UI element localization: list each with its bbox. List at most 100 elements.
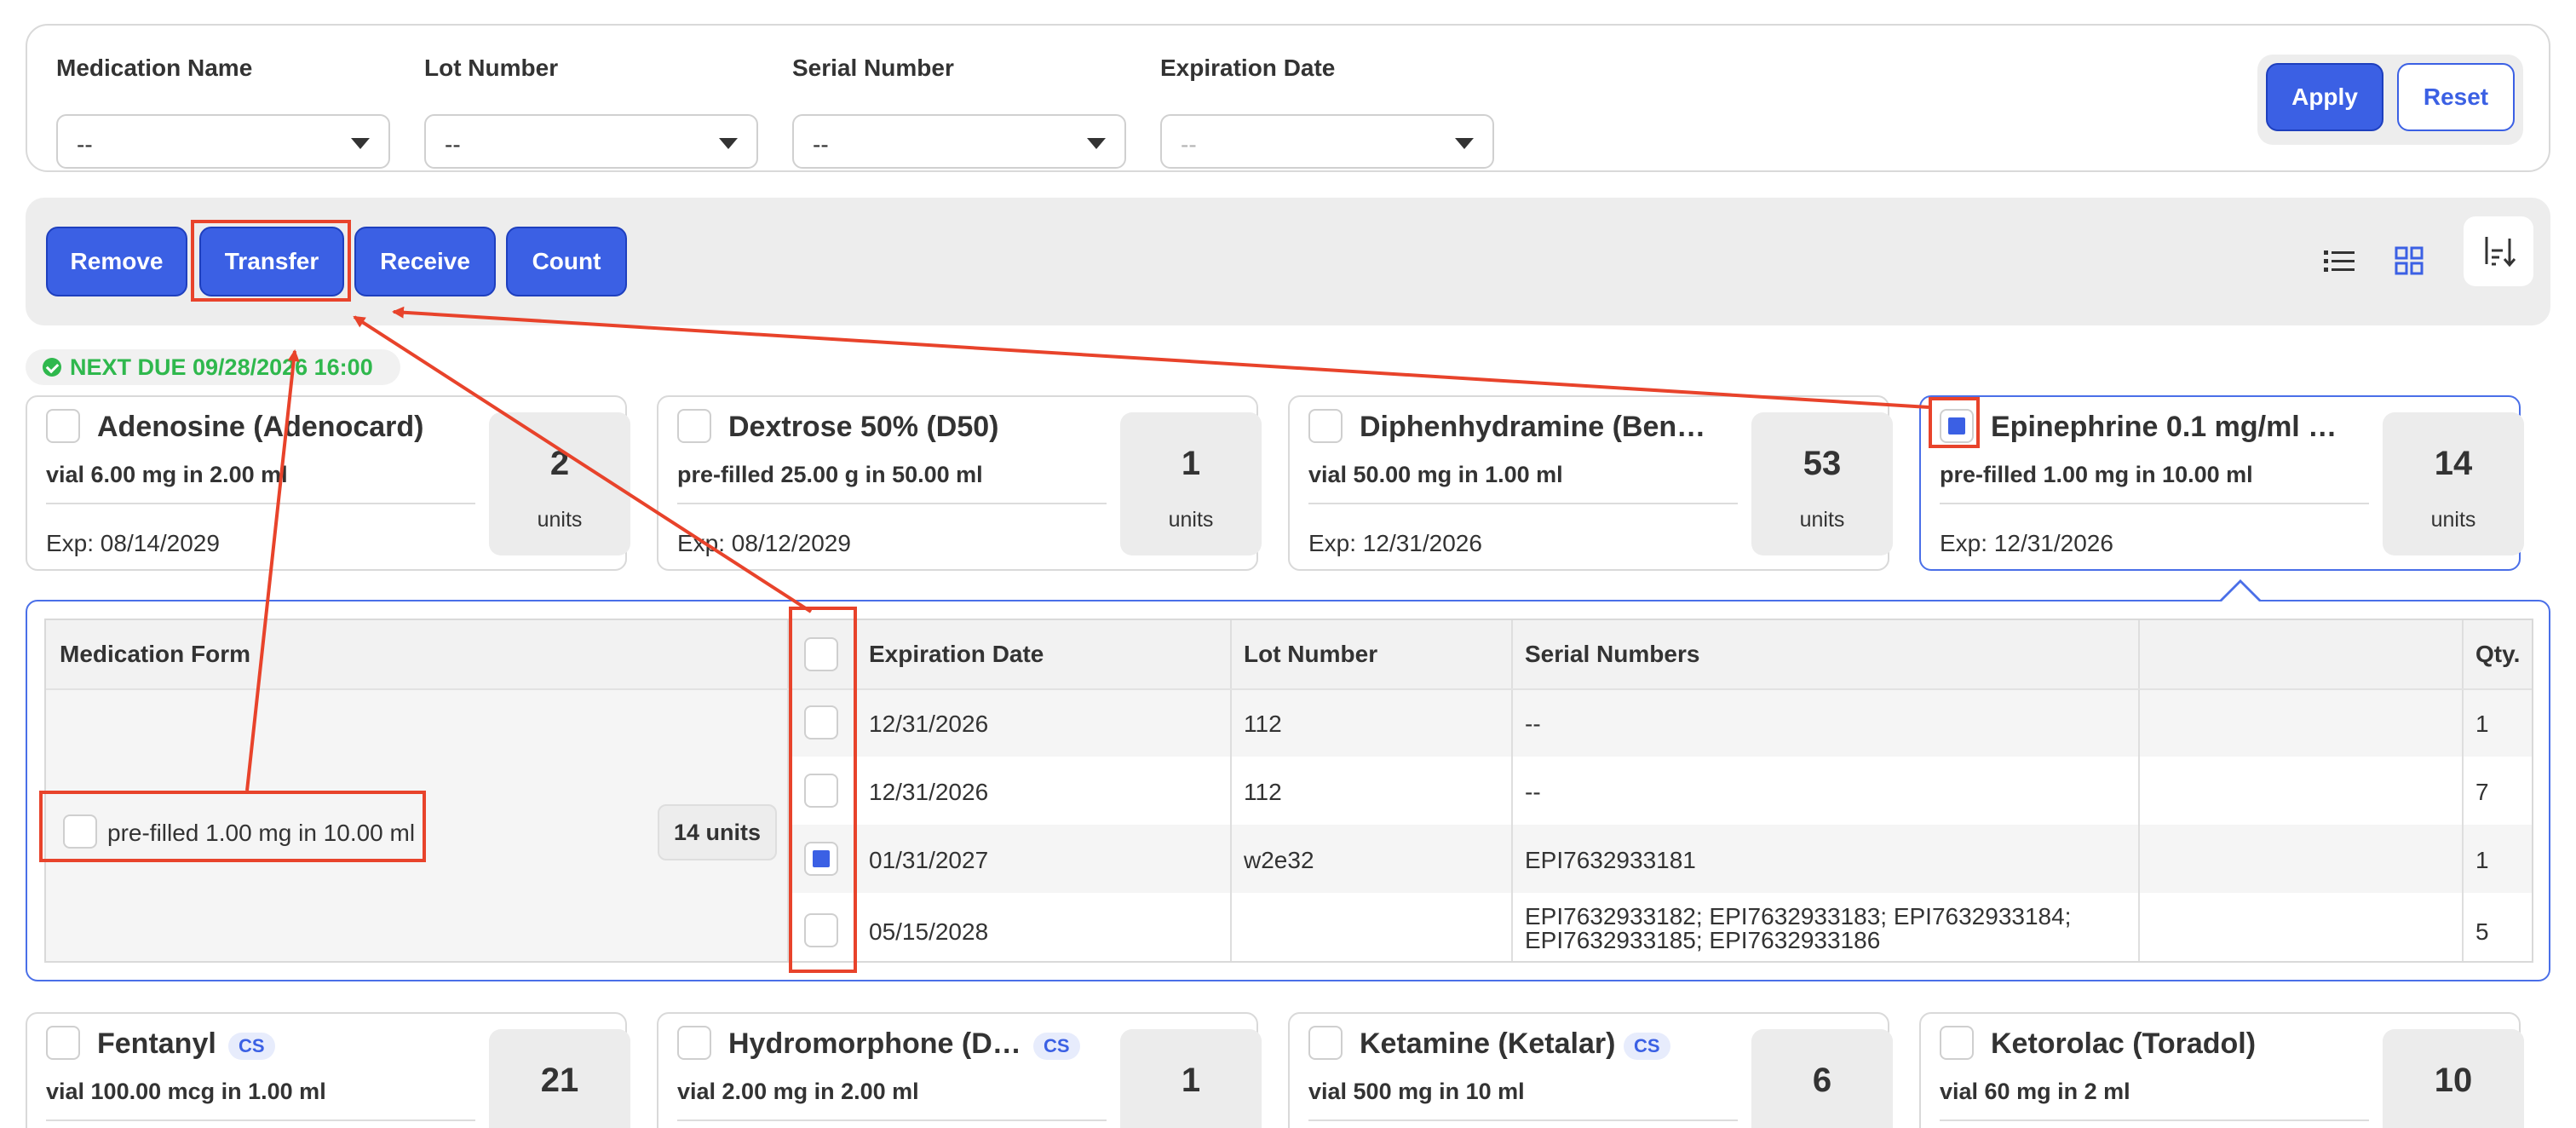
sort-icon <box>2485 237 2516 268</box>
row-lot: 112 <box>1244 711 1282 737</box>
row-checkbox[interactable] <box>804 705 838 740</box>
card-description: vial 500 mg in 10 ml <box>1308 1079 1525 1104</box>
serial-number-value: -- <box>813 131 829 158</box>
grid-view-icon[interactable] <box>2387 239 2431 283</box>
sort-button[interactable] <box>2464 216 2533 286</box>
row-serials: EPI7632933181 <box>1525 847 1696 873</box>
apply-button[interactable]: Apply <box>2266 63 2383 131</box>
lot-number-select[interactable]: -- <box>424 114 758 169</box>
grid-line <box>1511 620 1513 961</box>
card-quantity: 1 units <box>1120 1029 1262 1128</box>
grid-line <box>855 620 857 961</box>
row-serials: -- <box>1525 779 1541 805</box>
row-qty: 5 <box>2475 918 2489 945</box>
card-name: Ketorolac (Toradol) <box>1991 1027 2257 1060</box>
card-quantity: 10 units <box>2383 1029 2524 1128</box>
row-qty: 7 <box>2475 779 2489 805</box>
expiration-date-select[interactable]: -- <box>1160 114 1494 169</box>
row-serials: -- <box>1525 711 1541 737</box>
card-description: pre-filled 25.00 g in 50.00 ml <box>677 462 983 487</box>
expiration-date-value: -- <box>1181 131 1197 158</box>
card-divider <box>1940 503 2369 504</box>
card-checkbox[interactable] <box>1940 409 1974 443</box>
medication-card[interactable]: Ketamine (Ketalar) CS vial 500 mg in 10 … <box>1288 1012 1893 1128</box>
medication-card[interactable]: Adenosine (Adenocard) vial 6.00 mg in 2.… <box>26 395 630 571</box>
card-name: Diphenhydramine (Benad… <box>1360 411 1709 443</box>
card-quantity-unit: units <box>2430 508 2476 532</box>
card-checkbox[interactable] <box>46 1026 80 1060</box>
controlled-substance-badge: CS <box>1624 1033 1670 1060</box>
expiration-date-label: Expiration Date <box>1160 55 1336 81</box>
card-quantity: 14 units <box>2383 412 2524 555</box>
row-checkbox[interactable] <box>804 774 838 808</box>
reset-button[interactable]: Reset <box>2397 63 2515 131</box>
select-all-checkbox[interactable] <box>804 637 838 671</box>
header-lot-number: Lot Number <box>1244 641 1378 667</box>
card-divider <box>1308 503 1738 504</box>
lot-number-value: -- <box>445 131 461 158</box>
card-quantity-unit: units <box>489 1125 630 1128</box>
medication-card[interactable]: Fentanyl CS vial 100.00 mcg in 1.00 ml 2… <box>26 1012 630 1128</box>
chevron-down-icon <box>1455 138 1474 149</box>
filter-panel: Medication Name -- Lot Number -- Serial … <box>26 24 2550 172</box>
row-qty: 1 <box>2475 711 2489 737</box>
card-checkbox[interactable] <box>46 409 80 443</box>
card-checkbox[interactable] <box>677 409 711 443</box>
card-quantity-number: 1 <box>1181 445 1201 482</box>
row-serials-continued: EPI7632933185; EPI7632933186 <box>1525 927 1881 953</box>
card-quantity-number: 14 <box>2434 445 2473 482</box>
medication-name-label: Medication Name <box>56 55 253 81</box>
check-circle-icon <box>43 358 61 377</box>
card-quantity: 1 units <box>1120 412 1262 555</box>
card-checkbox[interactable] <box>1940 1026 1974 1060</box>
card-quantity-number: 1 <box>1181 1062 1201 1099</box>
medication-card-selected[interactable]: Epinephrine 0.1 mg/ml (E… pre-filled 1.0… <box>1919 395 2524 571</box>
serial-number-select[interactable]: -- <box>792 114 1126 169</box>
arrow-card-to-transfer <box>392 306 1929 409</box>
header-medication-form: Medication Form <box>60 641 251 667</box>
card-name: Ketamine (Ketalar) <box>1360 1027 1616 1060</box>
medication-detail-panel: Medication Form Expiration Date Lot Numb… <box>26 600 2550 981</box>
medication-card[interactable]: Diphenhydramine (Benad… vial 50.00 mg in… <box>1288 395 1893 571</box>
card-description: pre-filled 1.00 mg in 10.00 ml <box>1940 462 2253 487</box>
row-lot: 112 <box>1244 779 1282 805</box>
row-expiration: 05/15/2028 <box>869 918 989 945</box>
next-due-text: NEXT DUE 09/28/2026 16:00 <box>70 354 373 380</box>
card-quantity-unit: units <box>1799 508 1845 532</box>
card-checkbox[interactable] <box>1308 409 1343 443</box>
lot-number-label: Lot Number <box>424 55 559 81</box>
card-name: Epinephrine 0.1 mg/ml (E… <box>1991 411 2340 443</box>
remove-button[interactable]: Remove <box>46 227 187 296</box>
list-view-icon[interactable] <box>2317 239 2361 283</box>
grid-line <box>46 688 2532 690</box>
row-expiration: 01/31/2027 <box>869 847 989 873</box>
card-description: vial 50.00 mg in 1.00 ml <box>1308 462 1563 487</box>
medication-card[interactable]: Ketorolac (Toradol) vial 60 mg in 2 ml 1… <box>1919 1012 2524 1128</box>
card-checkbox[interactable] <box>1308 1026 1343 1060</box>
medication-card[interactable]: Dextrose 50% (D50) pre-filled 25.00 g in… <box>657 395 1262 571</box>
row-checkbox[interactable] <box>804 913 838 947</box>
receive-button[interactable]: Receive <box>354 227 496 296</box>
card-name: Adenosine (Adenocard) <box>97 411 424 443</box>
transfer-button[interactable]: Transfer <box>199 227 344 296</box>
medication-name-select[interactable]: -- <box>56 114 390 169</box>
card-quantity-number: 2 <box>549 445 570 482</box>
medication-card[interactable]: Hydromorphone (Dil… CS vial 2.00 mg in 2… <box>657 1012 1262 1128</box>
form-checkbox[interactable] <box>63 814 97 849</box>
card-quantity-unit: units <box>537 508 583 532</box>
card-quantity-number: 6 <box>1812 1062 1832 1099</box>
card-description: vial 100.00 mcg in 1.00 ml <box>46 1079 326 1104</box>
grid-line <box>2138 620 2140 961</box>
card-name: Dextrose 50% (D50) <box>728 411 999 443</box>
count-button[interactable]: Count <box>506 227 627 296</box>
card-expiration: Exp: 12/31/2026 <box>1940 530 2113 556</box>
row-serials: EPI7632933182; EPI7632933183; EPI7632933… <box>1525 903 2072 929</box>
header-qty: Qty. <box>2475 641 2521 667</box>
card-quantity: 53 units <box>1751 412 1893 555</box>
card-divider <box>1940 1119 2369 1121</box>
row-checkbox[interactable] <box>804 842 838 876</box>
card-checkbox[interactable] <box>677 1026 711 1060</box>
card-description: vial 60 mg in 2 ml <box>1940 1079 2130 1104</box>
row-expiration: 12/31/2026 <box>869 711 989 737</box>
header-expiration-date: Expiration Date <box>869 641 1044 667</box>
